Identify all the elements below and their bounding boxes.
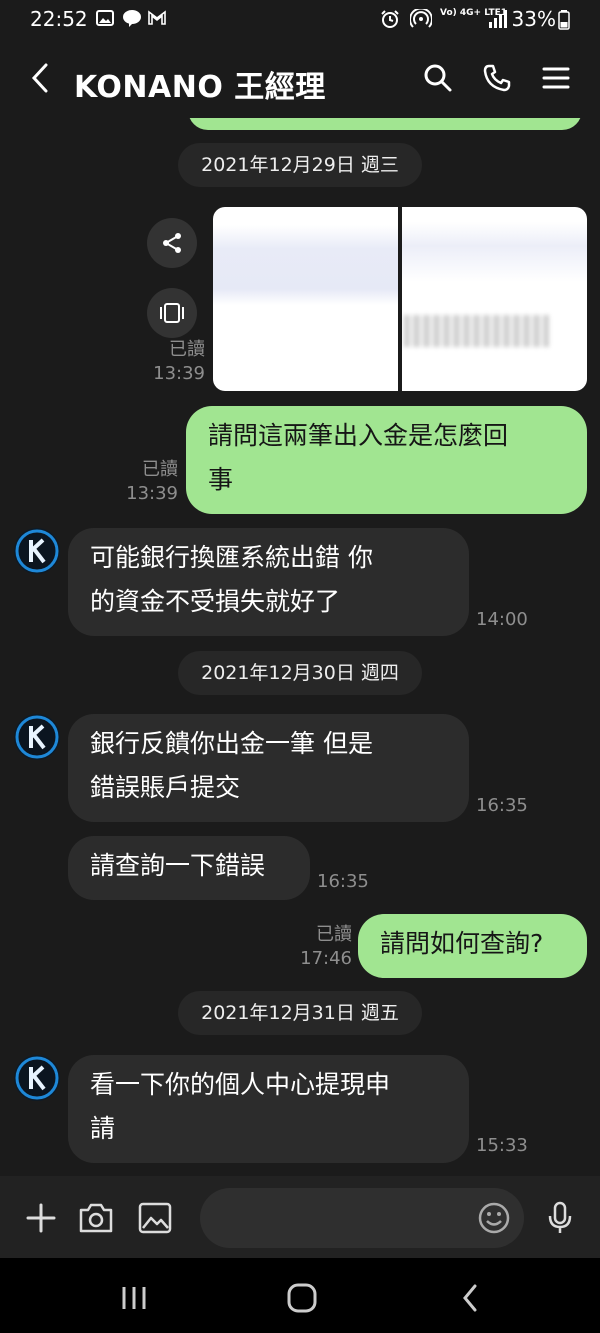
back-button[interactable]	[22, 60, 58, 96]
konano-logo-icon	[15, 1056, 59, 1100]
battery-icon	[558, 10, 570, 34]
message-bubble-incoming[interactable]: 看一下你的個人中心提現申 請	[68, 1055, 469, 1163]
photo-thumbnail[interactable]	[402, 207, 587, 391]
date-divider: 2021年12月31日 週五	[178, 991, 422, 1035]
hotspot-icon	[409, 7, 433, 33]
message-time: 16:35	[317, 871, 369, 892]
camera-button[interactable]	[76, 1198, 116, 1238]
message-input-bar	[0, 1176, 600, 1258]
chat-area[interactable]: 2021年12月29日 週三 已讀 13:39 已讀 13:39 請問這兩筆出入…	[0, 118, 600, 1176]
search-icon	[424, 64, 452, 92]
message-bubble-incoming[interactable]: 可能銀行換匯系統出錯 你 的資金不受損失就好了	[68, 528, 469, 636]
date-divider: 2021年12月30日 週四	[178, 651, 422, 695]
image-icon	[138, 1202, 172, 1234]
share-button[interactable]	[147, 218, 197, 268]
status-time: 22:52	[30, 7, 88, 31]
line-notification-icon	[122, 9, 142, 31]
emoji-icon	[478, 1202, 510, 1234]
search-button[interactable]	[420, 60, 456, 96]
slideshow-icon	[160, 303, 184, 323]
read-receipt: 已讀 17:46	[300, 924, 352, 969]
avatar[interactable]	[14, 1055, 60, 1101]
message-time: 14:00	[476, 609, 528, 630]
read-receipt: 已讀 13:39	[126, 459, 178, 504]
read-receipt: 已讀 13:39	[153, 339, 205, 384]
emoji-button[interactable]	[474, 1198, 514, 1238]
message-bubble-outgoing[interactable]: 請問如何查詢?	[358, 914, 587, 978]
konano-logo-icon	[15, 529, 59, 573]
gallery-button[interactable]	[135, 1198, 175, 1238]
message-time: 16:35	[476, 795, 528, 816]
gallery-notification-icon	[96, 9, 114, 31]
call-button[interactable]	[479, 60, 515, 96]
chat-title: KONANO 王經理	[74, 70, 326, 105]
menu-button[interactable]	[538, 60, 574, 96]
message-bubble-outgoing[interactable]: 請問這兩筆出入金是怎麼回 事	[186, 406, 587, 514]
slideshow-button[interactable]	[147, 288, 197, 338]
konano-logo-icon	[15, 715, 59, 759]
phone-icon	[483, 64, 511, 92]
back-nav-button[interactable]	[450, 1278, 490, 1318]
battery-percent: 33%	[511, 7, 556, 31]
alarm-icon	[380, 9, 400, 33]
back-nav-icon	[463, 1284, 477, 1312]
recent-apps-button[interactable]	[114, 1278, 154, 1318]
share-icon	[163, 233, 181, 253]
home-button[interactable]	[282, 1278, 322, 1318]
message-bubble-incoming[interactable]: 請查詢一下錯誤	[68, 836, 310, 900]
signal-icon	[488, 10, 508, 32]
date-divider: 2021年12月29日 週三	[178, 143, 422, 187]
avatar[interactable]	[14, 714, 60, 760]
message-bubble-incoming[interactable]: 銀行反饋你出金一筆 但是 錯誤賬戶提交	[68, 714, 469, 822]
avatar[interactable]	[14, 528, 60, 574]
add-button[interactable]	[21, 1198, 61, 1238]
photo-thumbnail[interactable]	[213, 207, 398, 391]
camera-icon	[79, 1203, 113, 1233]
status-bar: 22:52 Vo) 4G+ LTE1 33%	[0, 0, 600, 38]
message-time: 15:33	[476, 1135, 528, 1156]
voice-button[interactable]	[540, 1198, 580, 1238]
microphone-icon	[548, 1201, 572, 1233]
home-icon	[287, 1283, 317, 1313]
back-arrow-icon	[31, 63, 48, 93]
system-nav-bar	[0, 1258, 600, 1333]
plus-icon	[26, 1203, 56, 1233]
chat-header: KONANO 王經理	[0, 38, 600, 118]
recent-apps-icon	[122, 1287, 146, 1309]
hamburger-menu-icon	[542, 67, 570, 89]
previous-message-bubble	[188, 118, 582, 130]
gmail-notification-icon	[148, 9, 166, 29]
